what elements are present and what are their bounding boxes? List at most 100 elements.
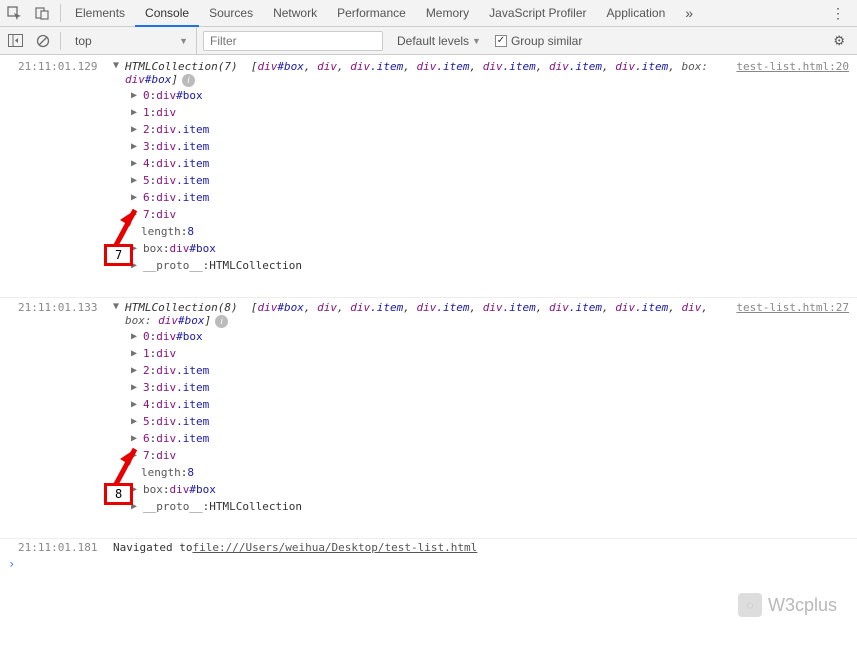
expand-toggle-icon[interactable] — [131, 172, 141, 189]
element-token[interactable]: div.item — [156, 379, 209, 396]
element-token[interactable]: div — [156, 206, 176, 223]
property-row[interactable]: 6: div.item — [131, 189, 736, 206]
property-proto[interactable]: __proto__: HTMLCollection — [131, 257, 736, 274]
element-token[interactable]: div.item — [156, 189, 209, 206]
expand-toggle-icon[interactable] — [131, 138, 141, 155]
expand-toggle-icon[interactable] — [131, 362, 141, 379]
element-token[interactable]: div.item — [350, 60, 403, 73]
property-row[interactable]: 4: div.item — [131, 396, 736, 413]
devtools-menu-icon[interactable]: ⋮ — [819, 5, 857, 22]
expand-toggle-icon[interactable] — [131, 121, 141, 138]
tab-application[interactable]: Application — [597, 0, 676, 27]
group-similar-checkbox[interactable]: Group similar — [495, 34, 582, 48]
element-token[interactable]: div.item — [483, 60, 536, 73]
expand-toggle-icon[interactable] — [131, 379, 141, 396]
element-token[interactable]: div.item — [156, 362, 209, 379]
element-token[interactable]: div.item — [416, 301, 469, 314]
property-row[interactable]: 6: div.item — [131, 430, 736, 447]
tab-sources[interactable]: Sources — [199, 0, 263, 27]
element-token[interactable]: div.item — [156, 172, 209, 189]
element-token[interactable]: div#box — [156, 87, 202, 104]
element-token[interactable]: div.item — [416, 60, 469, 73]
element-token[interactable]: div — [156, 345, 176, 362]
element-token[interactable]: div.item — [350, 301, 403, 314]
expand-toggle-icon[interactable] — [131, 328, 141, 345]
property-row[interactable]: 5: div.item — [131, 413, 736, 430]
property-row[interactable]: 1: div — [131, 104, 736, 121]
element-token[interactable]: div#box — [170, 481, 216, 498]
expand-toggle-icon[interactable] — [131, 155, 141, 172]
element-token[interactable]: div.item — [549, 301, 602, 314]
watermark-logo-icon: ◌ — [738, 593, 762, 617]
object-summary[interactable]: HTMLCollection(8) [div#box, div, div.ite… — [125, 301, 736, 328]
log-levels-selector[interactable]: Default levels ▼ — [389, 34, 489, 48]
tab-memory[interactable]: Memory — [416, 0, 479, 27]
tab-performance[interactable]: Performance — [327, 0, 416, 27]
navigate-url[interactable]: file:///Users/weihua/Desktop/test-list.h… — [192, 541, 477, 554]
expand-toggle-icon[interactable] — [113, 301, 123, 312]
source-link[interactable]: test-list.html:20 — [736, 60, 849, 73]
property-row[interactable]: 4: div.item — [131, 155, 736, 172]
element-token[interactable]: div#box — [158, 314, 204, 327]
expand-toggle-icon[interactable] — [113, 60, 123, 71]
element-token[interactable]: div — [156, 447, 176, 464]
element-token[interactable]: div.item — [483, 301, 536, 314]
element-token[interactable]: div#box — [257, 301, 303, 314]
property-length[interactable]: length: 8 — [131, 223, 736, 240]
toggle-sidebar-icon[interactable] — [4, 30, 26, 52]
element-token[interactable]: div#box — [170, 240, 216, 257]
property-row[interactable]: 0: div#box — [131, 328, 736, 345]
expand-toggle-icon[interactable] — [131, 413, 141, 430]
element-token[interactable]: div — [156, 104, 176, 121]
property-box[interactable]: box: div#box — [131, 481, 736, 498]
expand-toggle-icon[interactable] — [131, 87, 141, 104]
console-prompt[interactable]: › — [0, 555, 857, 573]
element-token[interactable]: div — [317, 60, 337, 73]
console-settings-icon[interactable]: ⚙ — [825, 33, 853, 49]
element-token[interactable]: div.item — [615, 60, 668, 73]
property-length[interactable]: length: 8 — [131, 464, 736, 481]
element-token[interactable]: div.item — [156, 121, 209, 138]
property-row[interactable]: 3: div.item — [131, 138, 736, 155]
expand-toggle-icon[interactable] — [131, 396, 141, 413]
element-token[interactable]: div.item — [156, 396, 209, 413]
property-row[interactable]: 2: div.item — [131, 121, 736, 138]
expand-toggle-icon[interactable] — [131, 345, 141, 362]
element-token[interactable]: div#box — [125, 73, 171, 86]
expand-toggle-icon[interactable] — [131, 104, 141, 121]
element-token[interactable]: div#box — [156, 328, 202, 345]
property-row[interactable]: 0: div#box — [131, 87, 736, 104]
object-summary[interactable]: HTMLCollection(7) [div#box, div, div.ite… — [125, 60, 736, 87]
tab-javascript-profiler[interactable]: JavaScript Profiler — [479, 0, 596, 27]
element-token[interactable]: div — [681, 301, 701, 314]
clear-console-icon[interactable] — [32, 30, 54, 52]
info-icon[interactable] — [182, 74, 195, 87]
device-icon[interactable] — [28, 0, 56, 27]
source-link[interactable]: test-list.html:27 — [736, 301, 849, 314]
tab-network[interactable]: Network — [263, 0, 327, 27]
tabs-overflow-icon[interactable]: » — [675, 5, 703, 21]
property-row[interactable]: 5: div.item — [131, 172, 736, 189]
timestamp: 21:11:01.181 — [18, 541, 113, 554]
element-token[interactable]: div#box — [257, 60, 303, 73]
property-row[interactable]: 7: div — [131, 447, 736, 464]
element-token[interactable]: div.item — [156, 413, 209, 430]
element-token[interactable]: div.item — [615, 301, 668, 314]
property-row[interactable]: 7: div — [131, 206, 736, 223]
tab-elements[interactable]: Elements — [65, 0, 135, 27]
filter-input[interactable] — [203, 31, 383, 51]
tab-console[interactable]: Console — [135, 0, 199, 27]
property-proto[interactable]: __proto__: HTMLCollection — [131, 498, 736, 515]
element-token[interactable]: div.item — [549, 60, 602, 73]
property-row[interactable]: 3: div.item — [131, 379, 736, 396]
info-icon[interactable] — [215, 315, 228, 328]
inspect-icon[interactable] — [0, 0, 28, 27]
element-token[interactable]: div.item — [156, 430, 209, 447]
element-token[interactable]: div.item — [156, 138, 209, 155]
context-selector[interactable]: top ▼ — [67, 27, 197, 55]
property-box[interactable]: box: div#box — [131, 240, 736, 257]
property-row[interactable]: 2: div.item — [131, 362, 736, 379]
property-row[interactable]: 1: div — [131, 345, 736, 362]
element-token[interactable]: div.item — [156, 155, 209, 172]
element-token[interactable]: div — [317, 301, 337, 314]
